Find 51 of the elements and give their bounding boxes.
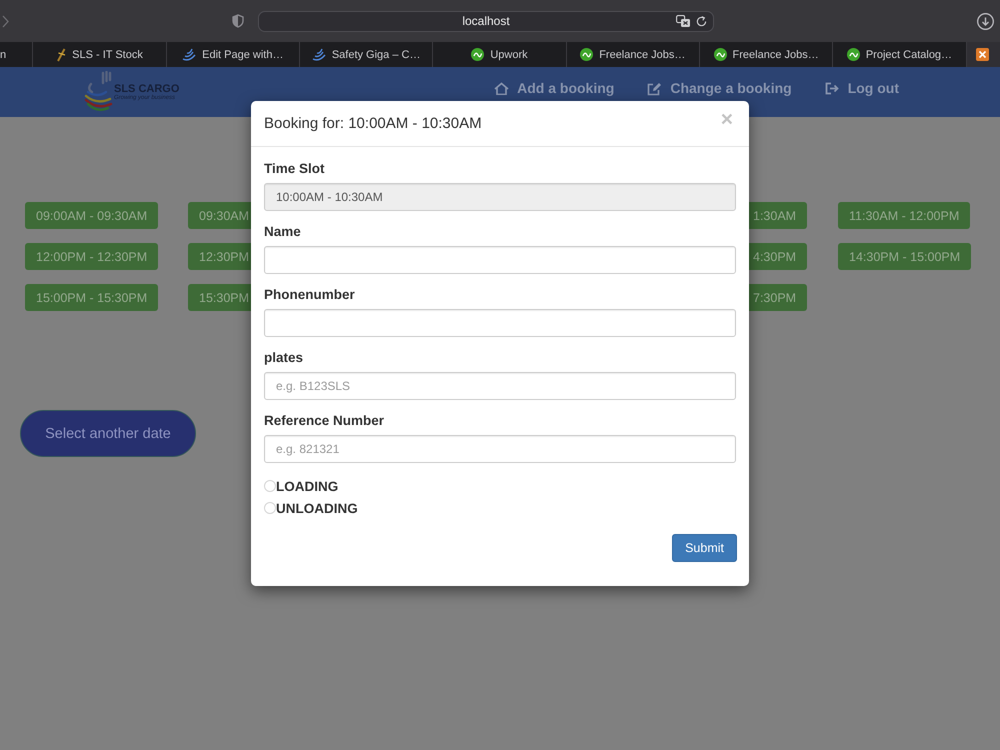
shield-icon[interactable] xyxy=(232,14,244,28)
text-field[interactable] xyxy=(264,246,736,274)
pen-icon xyxy=(56,48,66,62)
chevron-right-icon[interactable] xyxy=(2,14,9,28)
time-slot-button[interactable]: 14:30PM - 15:00PM xyxy=(838,243,972,270)
logo-title: SLS CARGO xyxy=(114,82,180,94)
home-icon xyxy=(494,82,510,95)
close-button[interactable]: × xyxy=(720,109,733,130)
translate-icon[interactable] xyxy=(676,15,690,27)
download-icon[interactable] xyxy=(977,12,994,30)
circle-logo-icon xyxy=(846,48,860,61)
swirl-logo-icon xyxy=(83,71,113,113)
time-slot-button[interactable]: 09:30AM xyxy=(188,202,251,229)
address-field[interactable]: localhost xyxy=(258,10,714,32)
field-label: Phonenumber xyxy=(264,286,356,304)
time-slot-button[interactable]: 7:30PM xyxy=(749,284,808,311)
submit-button[interactable]: Submit xyxy=(672,534,737,562)
text-field[interactable]: e.g. B123SLS xyxy=(264,372,736,400)
nav-link[interactable]: Change a booking xyxy=(647,80,792,97)
select-date-button[interactable]: Select another date xyxy=(20,410,196,457)
time-slot-button[interactable]: 4:30PM xyxy=(749,243,808,270)
time-slot-button[interactable]: 1:30AM xyxy=(749,202,808,229)
field-label: Time Slot xyxy=(264,160,326,178)
circle-logo-icon xyxy=(580,48,594,61)
text-field[interactable] xyxy=(264,309,736,337)
radio-button[interactable] xyxy=(264,502,276,514)
field-label: Reference Number xyxy=(264,412,386,430)
square-logo-icon xyxy=(976,48,989,61)
swoosh-icon xyxy=(312,48,326,61)
circle-logo-icon xyxy=(714,48,727,61)
reload-icon[interactable] xyxy=(696,16,707,26)
time-slot-button[interactable]: 12:00PM - 12:30PM xyxy=(25,243,158,270)
swoosh-icon xyxy=(182,48,196,61)
logout-icon xyxy=(824,82,840,95)
field-label: plates xyxy=(264,349,304,367)
circle-logo-icon xyxy=(471,48,484,61)
radio-label: UNLOADING xyxy=(276,500,358,516)
radio-label: LOADING xyxy=(276,478,338,494)
edit-icon xyxy=(647,82,662,96)
nav-link[interactable]: Add a booking xyxy=(494,80,614,97)
time-slot-button[interactable]: 15:00PM - 15:30PM xyxy=(25,284,158,311)
text-field[interactable]: e.g. 821321 xyxy=(264,435,736,463)
time-slot-button[interactable]: 09:00AM - 09:30AM xyxy=(25,202,158,229)
browser-tab[interactable] xyxy=(966,42,1000,67)
radio-button[interactable] xyxy=(264,480,276,492)
time-slot-button[interactable]: 11:30AM - 12:00PM xyxy=(838,202,970,229)
field-label: Name xyxy=(264,223,302,241)
time-slot-button[interactable]: 12:30PM xyxy=(188,243,251,270)
nav-link[interactable]: Log out xyxy=(824,80,899,97)
modal-title: Booking for: 10:00AM - 10:30AM xyxy=(264,115,482,132)
time-slot-button[interactable]: 15:30PM xyxy=(188,284,251,311)
